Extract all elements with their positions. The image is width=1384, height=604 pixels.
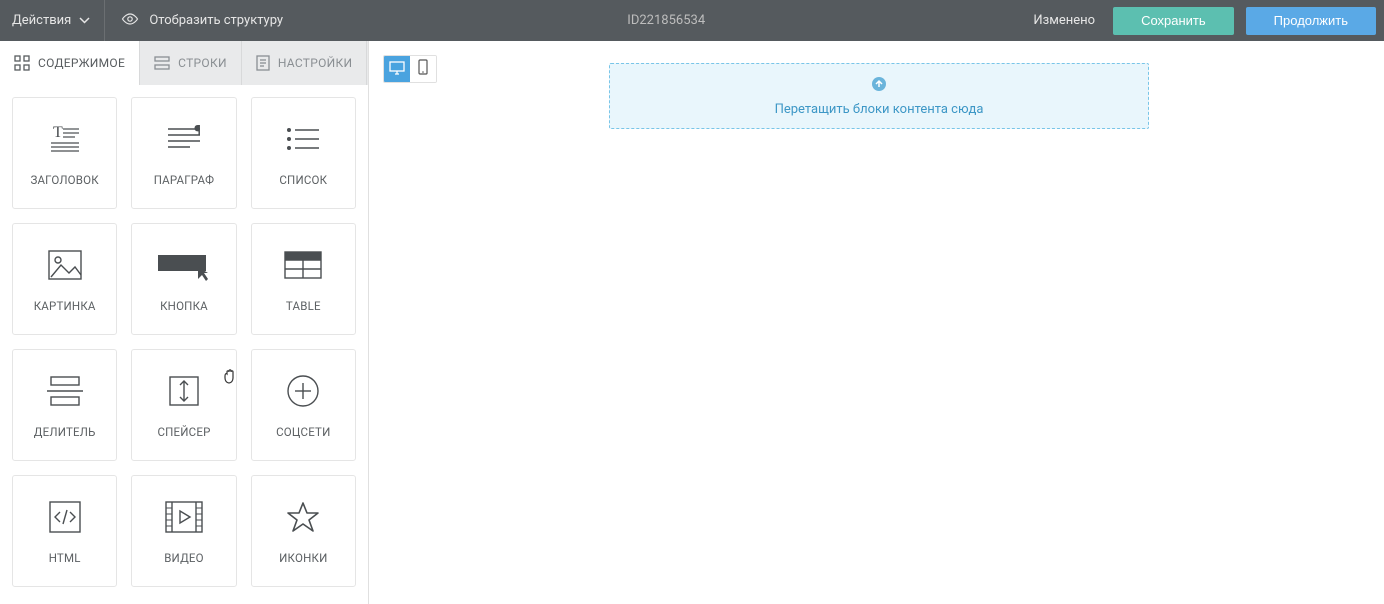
block-list[interactable]: СПИСОК — [251, 97, 356, 209]
blocks-grid: T ЗАГОЛОВОК ¶ ПАРАГРАФ СПИСОК — [0, 85, 368, 599]
block-heading-label: ЗАГОЛОВОК — [30, 173, 98, 187]
tab-content[interactable]: СОДЕРЖИМОЕ — [0, 41, 140, 85]
drop-zone[interactable]: Перетащить блоки контента сюда — [609, 63, 1149, 129]
tab-settings[interactable]: НАСТРОЙКИ — [242, 41, 368, 85]
tab-rows[interactable]: СТРОКИ — [140, 41, 242, 85]
spacer-icon — [168, 371, 200, 411]
block-html[interactable]: HTML — [12, 475, 117, 587]
block-list-label: СПИСОК — [279, 173, 327, 187]
list-icon — [285, 119, 321, 159]
device-toggle — [383, 55, 437, 83]
block-icons-label: ИКОНКИ — [279, 551, 327, 565]
block-paragraph-label: ПАРАГРАФ — [154, 173, 215, 187]
sidebar-tabs: СОДЕРЖИМОЕ СТРОКИ НАСТРОЙКИ — [0, 41, 368, 85]
mobile-icon — [418, 59, 428, 79]
star-icon — [286, 497, 320, 537]
block-divider-label: ДЕЛИТЕЛЬ — [34, 425, 96, 439]
block-divider[interactable]: ДЕЛИТЕЛЬ — [12, 349, 117, 461]
desktop-view-button[interactable] — [384, 56, 410, 82]
top-bar: Действия Отобразить структуру ID22185653… — [0, 0, 1384, 41]
table-icon — [283, 245, 323, 285]
block-video-label: ВИДЕО — [164, 551, 204, 565]
svg-text:T: T — [53, 125, 63, 141]
actions-dropdown[interactable]: Действия — [8, 0, 105, 41]
block-html-label: HTML — [49, 551, 81, 565]
video-icon — [164, 497, 204, 537]
chevron-down-icon — [79, 13, 90, 28]
continue-button[interactable]: Продолжить — [1246, 7, 1376, 35]
actions-label: Действия — [12, 13, 71, 28]
grid-icon — [14, 55, 30, 71]
canvas: Перетащить блоки контента сюда — [369, 41, 1384, 604]
block-social[interactable]: СОЦСЕТИ — [251, 349, 356, 461]
rows-icon — [154, 55, 170, 71]
save-button[interactable]: Сохранить — [1113, 7, 1234, 35]
button-icon — [156, 245, 212, 285]
document-id: ID221856534 — [299, 13, 1033, 28]
image-icon — [45, 245, 85, 285]
show-structure-label: Отобразить структуру — [149, 13, 283, 28]
paragraph-icon: ¶ — [164, 119, 204, 159]
tab-rows-label: СТРОКИ — [178, 56, 227, 70]
code-icon — [48, 497, 82, 537]
block-image[interactable]: КАРТИНКА — [12, 223, 117, 335]
drop-zone-label: Перетащить блоки контента сюда — [775, 102, 984, 117]
block-button-label: КНОПКА — [160, 299, 208, 313]
plus-circle-icon — [286, 371, 320, 411]
block-spacer-label: СПЕЙСЕР — [157, 425, 210, 439]
tab-content-label: СОДЕРЖИМОЕ — [38, 56, 125, 70]
mobile-view-button[interactable] — [410, 56, 436, 82]
block-image-label: КАРТИНКА — [34, 299, 96, 313]
block-social-label: СОЦСЕТИ — [276, 425, 330, 439]
block-button[interactable]: КНОПКА — [131, 223, 236, 335]
block-spacer[interactable]: СПЕЙСЕР — [131, 349, 236, 461]
block-table[interactable]: TABLE — [251, 223, 356, 335]
show-structure-button[interactable]: Отобразить структуру — [105, 0, 299, 41]
tab-settings-label: НАСТРОЙКИ — [278, 56, 353, 70]
divider-icon — [45, 371, 85, 411]
heading-icon: T — [45, 119, 85, 159]
block-icons[interactable]: ИКОНКИ — [251, 475, 356, 587]
block-table-label: TABLE — [286, 299, 321, 313]
modified-label: Изменено — [1033, 13, 1095, 28]
upload-icon — [871, 76, 887, 96]
block-video[interactable]: ВИДЕО — [131, 475, 236, 587]
document-icon — [256, 55, 270, 71]
desktop-icon — [389, 60, 405, 79]
block-heading[interactable]: T ЗАГОЛОВОК — [12, 97, 117, 209]
eye-icon — [121, 13, 139, 29]
svg-text:¶: ¶ — [194, 125, 201, 139]
block-paragraph[interactable]: ¶ ПАРАГРАФ — [131, 97, 236, 209]
sidebar: СОДЕРЖИМОЕ СТРОКИ НАСТРОЙКИ T — [0, 41, 369, 604]
